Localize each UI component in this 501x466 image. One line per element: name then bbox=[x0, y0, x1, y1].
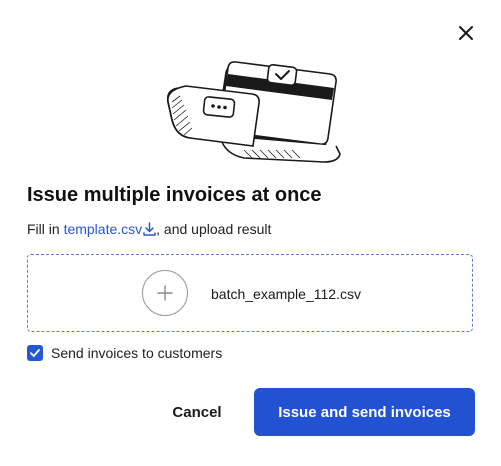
instructions-prefix: Fill in bbox=[27, 221, 64, 237]
template-link-text: template.csv bbox=[63, 221, 143, 237]
instructions-text: Fill in template.csv , and upload result bbox=[27, 220, 271, 238]
template-download-link[interactable]: template.csv bbox=[64, 221, 157, 237]
close-button[interactable] bbox=[455, 22, 477, 44]
checkmark-icon bbox=[30, 349, 40, 357]
card-payment-illustration bbox=[166, 61, 341, 163]
issue-and-send-button[interactable]: Issue and send invoices bbox=[254, 388, 475, 436]
issue-invoices-dialog: Issue multiple invoices at once Fill in … bbox=[0, 0, 501, 466]
file-upload-dropzone[interactable]: batch_example_112.csv bbox=[27, 254, 473, 332]
uploaded-filename: batch_example_112.csv bbox=[211, 286, 361, 302]
dialog-title: Issue multiple invoices at once bbox=[27, 184, 322, 206]
send-to-customers-label[interactable]: Send invoices to customers bbox=[51, 344, 222, 362]
instructions-suffix: , and upload result bbox=[156, 221, 272, 237]
close-icon bbox=[459, 26, 473, 40]
send-to-customers-checkbox[interactable] bbox=[27, 345, 43, 361]
cancel-button[interactable]: Cancel bbox=[152, 388, 242, 436]
download-icon bbox=[143, 222, 156, 236]
send-to-customers-option: Send invoices to customers bbox=[27, 344, 222, 362]
add-file-button[interactable] bbox=[142, 270, 188, 316]
plus-icon bbox=[157, 285, 173, 301]
